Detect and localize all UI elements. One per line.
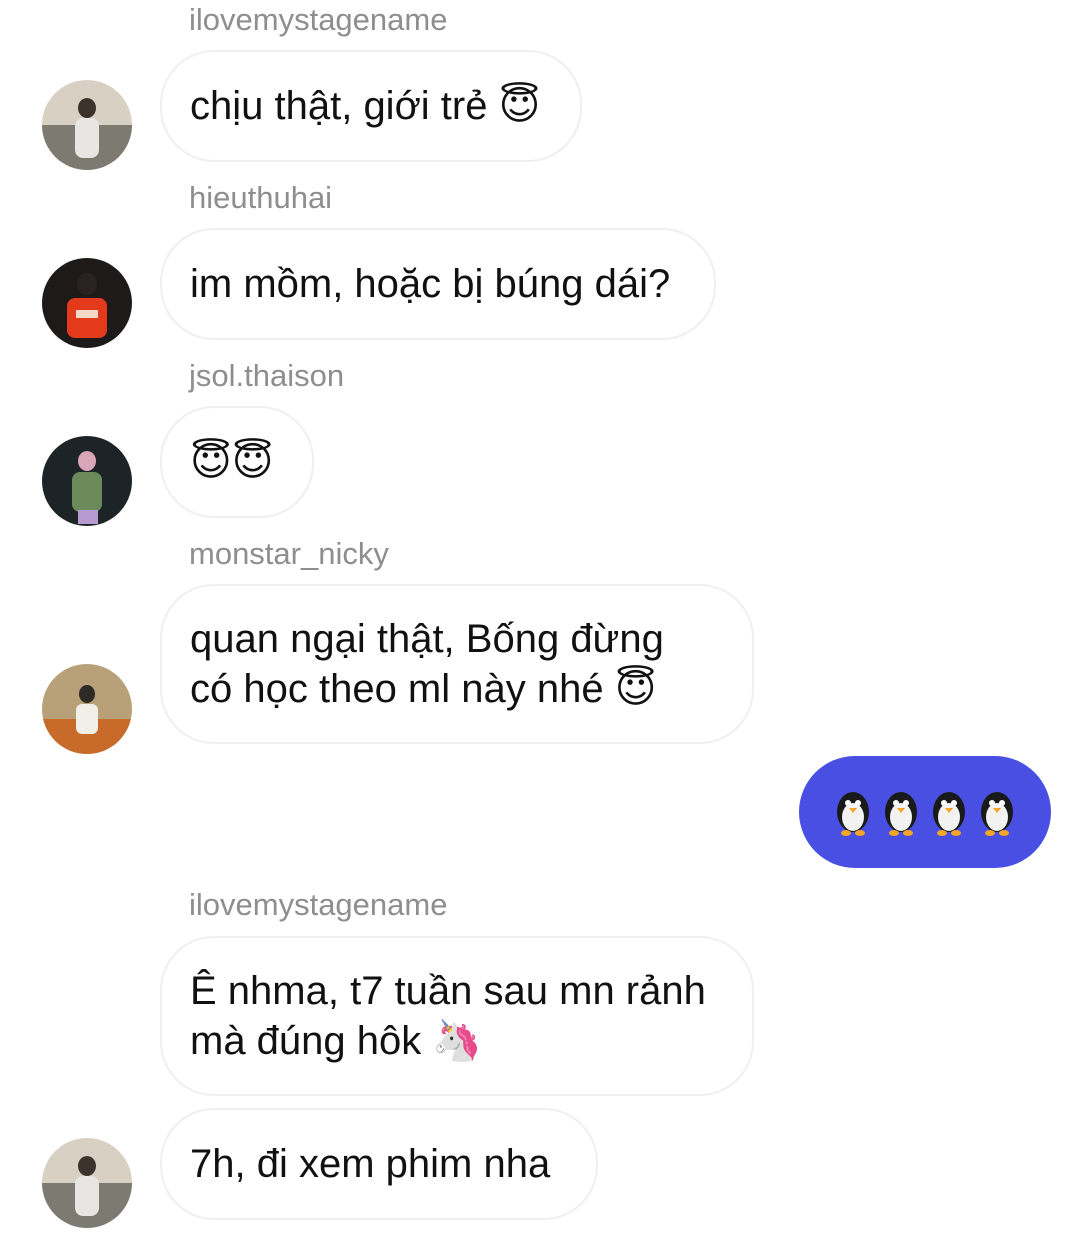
message-text-line: có học theo ml này nhé (190, 667, 604, 711)
halo-emoji-icon: 😇😇 (190, 439, 274, 485)
avatar[interactable] (42, 258, 132, 348)
message-text: 7h, đi xem phim nha (190, 1142, 551, 1186)
message-bubble[interactable]: quan ngại thật, Bống đừng có học theo ml… (160, 584, 754, 744)
sender-name: monstar_nicky (189, 536, 389, 571)
message-text-line: mà đúng hôk (190, 1019, 422, 1063)
avatar[interactable] (42, 1138, 132, 1228)
avatar-photo (42, 80, 132, 170)
avatar-photo (42, 664, 132, 754)
message-bubble[interactable]: 😇😇 (160, 406, 314, 518)
avatar[interactable] (42, 664, 132, 754)
penguin-icon (933, 792, 965, 836)
sender-name: jsol.thaison (189, 358, 345, 393)
message-bubble[interactable]: 7h, đi xem phim nha (160, 1108, 598, 1220)
avatar[interactable] (42, 80, 132, 170)
penguin-icon (837, 792, 869, 836)
message-text-line: Ê nhma, t7 tuần sau mn rảnh (190, 969, 706, 1013)
halo-emoji-icon: 😇 (614, 666, 657, 712)
message-text: im mồm, hoặc bị búng dái? (190, 262, 671, 306)
avatar-photo (42, 436, 132, 526)
halo-emoji-icon: 😇 (498, 83, 541, 129)
message-text-line: quan ngại thật, Bống đừng (190, 617, 664, 661)
avatar[interactable] (42, 436, 132, 526)
sender-name: ilovemystagename (189, 887, 448, 922)
penguin-emojis (832, 786, 1018, 838)
sender-name: hieuthuhai (189, 180, 333, 215)
penguin-icon (981, 792, 1013, 836)
message-bubble[interactable]: chịu thật, giới trẻ 😇 (160, 50, 582, 162)
avatar-photo (42, 258, 132, 348)
unicorn-emoji-icon: 🦄 (432, 1018, 483, 1064)
avatar-photo (42, 1138, 132, 1228)
penguin-icon (885, 792, 917, 836)
message-text: chịu thật, giới trẻ (190, 84, 488, 128)
outgoing-message-bubble[interactable]: 🐧🐧🐧🐧 (799, 756, 1051, 868)
message-bubble[interactable]: Ê nhma, t7 tuần sau mn rảnh mà đúng hôk … (160, 936, 754, 1096)
message-bubble[interactable]: im mồm, hoặc bị búng dái? (160, 228, 716, 340)
sender-name: ilovemystagename (189, 2, 448, 37)
